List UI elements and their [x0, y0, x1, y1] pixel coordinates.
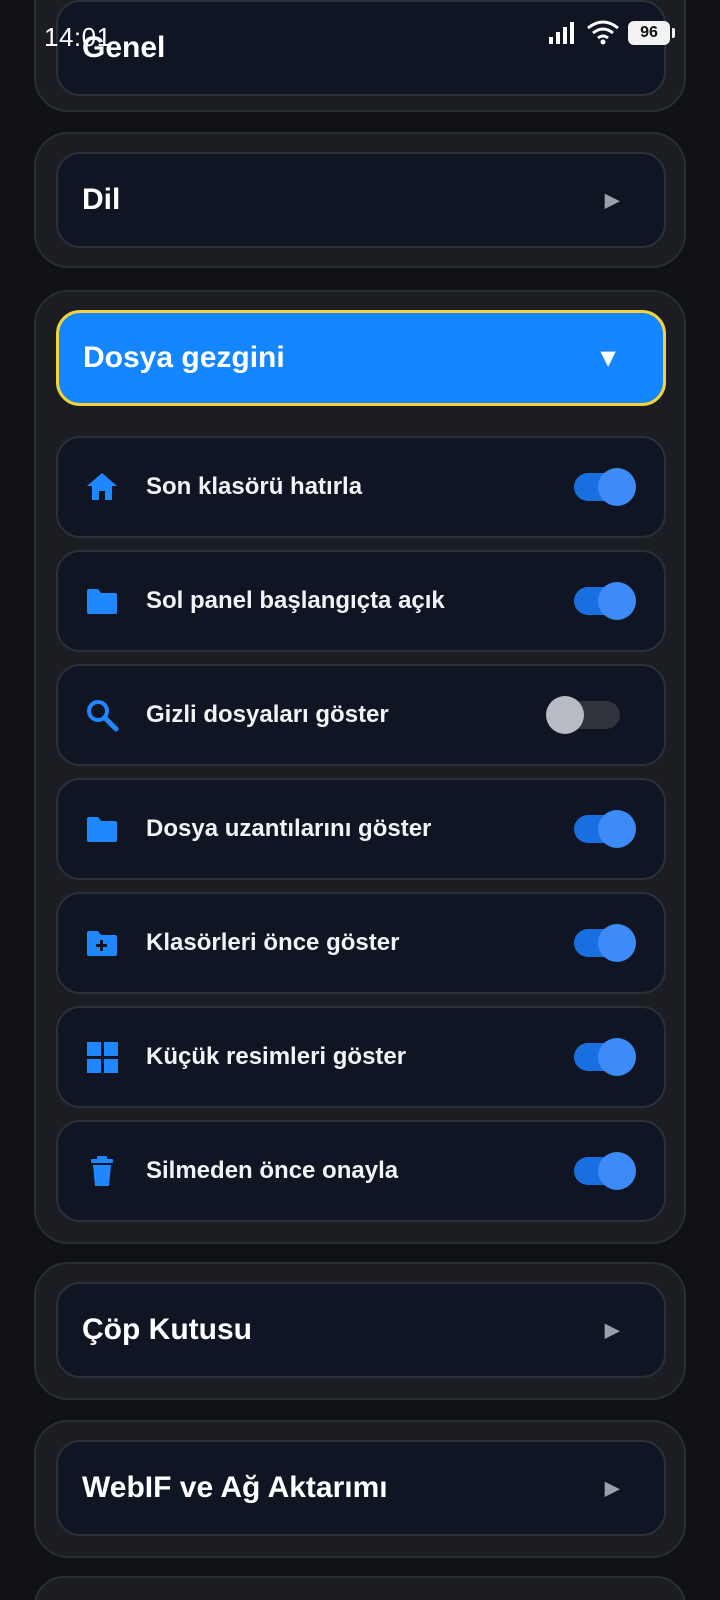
chevron-right-icon: ▶ [604, 189, 620, 212]
setting-row-show-hidden-files[interactable]: Gizli dosyaları göster [56, 664, 666, 766]
grid-icon [87, 1042, 118, 1073]
toggle-switch[interactable] [546, 696, 620, 734]
setting-row-show-thumbnails[interactable]: Küçük resimleri göster [56, 1006, 666, 1108]
setting-label: Son klasörü hatırla [146, 473, 363, 500]
toggle-switch[interactable] [574, 1152, 636, 1190]
wifi-icon [587, 20, 619, 45]
group-dosya-gezgini: Dosya gezgini ▼ Son klasörü hatırla Sol … [34, 290, 686, 1244]
signal-icon [549, 22, 574, 44]
chevron-down-icon: ▼ [595, 342, 621, 373]
section-header-cop-kutusu[interactable]: Çöp Kutusu ▶ [56, 1282, 666, 1378]
section-header-dosya-gezgini[interactable]: Dosya gezgini ▼ [56, 310, 666, 406]
section-title: Dil [82, 183, 121, 216]
section-header-webif[interactable]: WebIF ve Ağ Aktarımı ▶ [56, 1440, 666, 1536]
folder-icon [87, 817, 117, 842]
folder-plus-icon [87, 931, 117, 956]
group-cop-kutusu: Çöp Kutusu ▶ [34, 1262, 686, 1400]
setting-row-left-panel-open[interactable]: Sol panel başlangıçta açık [56, 550, 666, 652]
setting-label: Klasörleri önce göster [146, 929, 400, 956]
setting-row-show-extensions[interactable]: Dosya uzantılarını göster [56, 778, 666, 880]
setting-label: Silmeden önce onayla [146, 1157, 399, 1184]
setting-label: Dosya uzantılarını göster [146, 815, 432, 842]
toggle-switch[interactable] [574, 582, 636, 620]
battery-indicator: 96 [628, 21, 675, 45]
setting-label: Sol panel başlangıçta açık [146, 587, 445, 614]
status-time: 14:01 [44, 22, 112, 52]
setting-label: Gizli dosyaları göster [146, 701, 389, 728]
section-title: Çöp Kutusu [82, 1313, 252, 1346]
status-icons: 96 [548, 20, 675, 46]
toggle-switch[interactable] [574, 468, 636, 506]
section-title: Dosya gezgini [83, 341, 285, 374]
section-title: WebIF ve Ağ Aktarımı [82, 1471, 388, 1504]
section-header-dil[interactable]: Dil ▶ [56, 152, 666, 248]
toggle-switch[interactable] [574, 1038, 636, 1076]
folder-icon [87, 589, 117, 614]
settings-screen: 14:01 96 Genel Dil ▶ Dosya gezgini ▼ Son… [0, 0, 720, 1600]
toggle-switch[interactable] [574, 924, 636, 962]
status-bar: 14:01 96 [0, 0, 720, 72]
trash-icon [91, 1156, 113, 1186]
setting-row-folders-first[interactable]: Klasörleri önce göster [56, 892, 666, 994]
setting-row-remember-last-folder[interactable]: Son klasörü hatırla [56, 436, 666, 538]
group-dil: Dil ▶ [34, 132, 686, 268]
setting-row-confirm-delete[interactable]: Silmeden önce onayla [56, 1120, 666, 1222]
group-webif: WebIF ve Ağ Aktarımı ▶ [34, 1420, 686, 1558]
home-icon [87, 473, 117, 500]
chevron-right-icon: ▶ [604, 1477, 620, 1500]
search-icon [87, 700, 119, 732]
group-next-partial [34, 1576, 686, 1600]
toggle-switch[interactable] [574, 810, 636, 848]
chevron-right-icon: ▶ [604, 1319, 620, 1342]
setting-label: Küçük resimleri göster [146, 1043, 407, 1070]
